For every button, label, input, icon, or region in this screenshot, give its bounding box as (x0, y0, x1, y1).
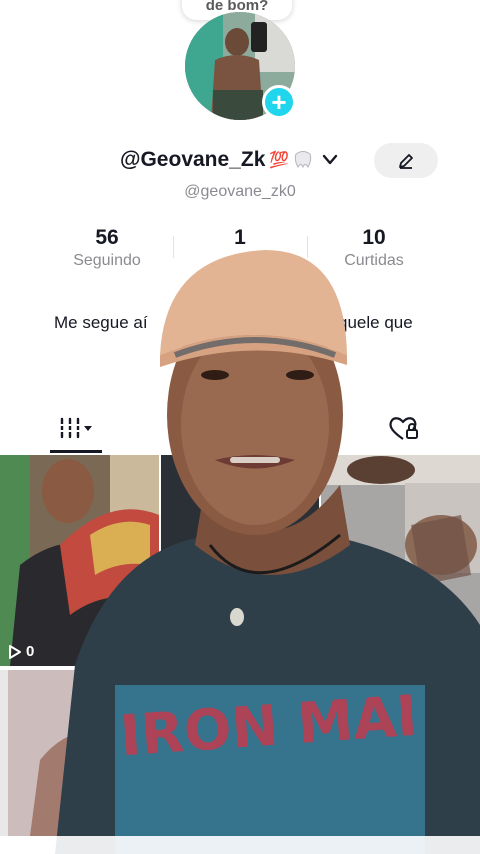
chevron-down-icon[interactable] (322, 154, 338, 166)
view-count: 0 (8, 643, 34, 660)
profile-handle: @geovane_zk0 (184, 183, 296, 200)
username: @Geovane_Zk (120, 148, 266, 171)
pencil-icon (399, 153, 413, 169)
camera-overlay-portrait: IRON MAI (55, 250, 480, 854)
hundred-emoji: 💯 (269, 152, 290, 169)
edit-profile-button[interactable] (374, 143, 438, 178)
username-row[interactable]: @Geovane_Zk 💯 (120, 145, 338, 175)
tooth-emoji-icon (295, 151, 312, 169)
play-icon (9, 644, 21, 659)
bottom-bar (0, 836, 480, 854)
add-avatar-button[interactable]: + (262, 85, 296, 119)
view-count-value: 0 (26, 643, 35, 660)
plus-icon: + (271, 87, 287, 117)
